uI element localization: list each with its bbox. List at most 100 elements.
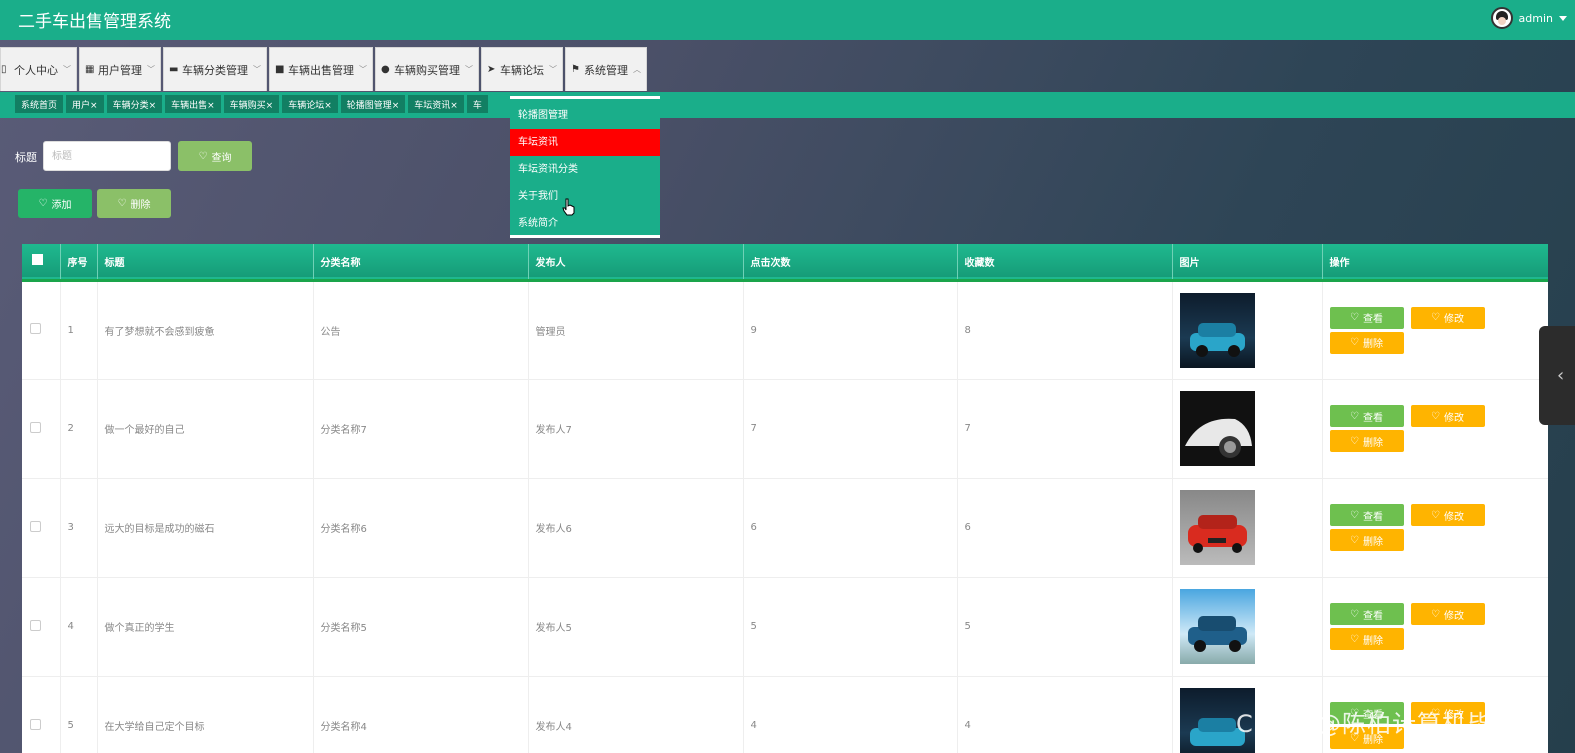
- monitor-icon: ▬: [169, 63, 179, 75]
- cell-category: 分类名称6: [313, 478, 529, 577]
- col-clicks: 点击次数: [743, 244, 958, 280]
- cell-clicks: 4: [743, 676, 958, 753]
- row-checkbox[interactable]: [30, 323, 41, 334]
- dropdown-item-news-category[interactable]: 车坛资讯分类: [510, 156, 660, 183]
- menu-system-management[interactable]: ⚑ 系统管理 ︿: [565, 47, 647, 91]
- add-button[interactable]: ♡ 添加: [18, 189, 92, 218]
- view-button[interactable]: ♡ 查看: [1329, 405, 1404, 427]
- view-button[interactable]: ♡ 查看: [1329, 504, 1404, 526]
- main-menu: ▯ 个人中心 ﹀ ▦ 用户管理 ﹀ ▬ 车辆分类管理 ﹀ ■ 车辆出售管理 ﹀ …: [0, 47, 647, 91]
- edit-button[interactable]: ♡ 修改: [1410, 306, 1485, 329]
- menu-purchase-management[interactable]: ● 车辆购买管理 ﹀: [375, 47, 479, 91]
- tab-forum[interactable]: 车辆论坛×: [282, 95, 338, 113]
- app-title: 二手车出售管理系统: [18, 12, 171, 32]
- cell-favorites: 4: [957, 676, 1173, 753]
- heart-icon: ♡: [1350, 435, 1359, 447]
- avatar[interactable]: [1490, 7, 1513, 29]
- dropdown-item-news[interactable]: 车坛资讯: [510, 129, 660, 156]
- col-favorites: 收藏数: [957, 244, 1173, 280]
- data-table: 序号 标题 分类名称 发布人 点击次数 收藏数 图片 操作 1 有了梦想就不会感…: [22, 244, 1548, 753]
- table-row: 4 做个真正的学生 分类名称5 发布人5 5 5 ♡ 查看 ♡ 修改 ♡ 删除: [22, 577, 1548, 676]
- heart-icon: ♡: [1350, 337, 1359, 348]
- delete-button[interactable]: ♡ 删除: [1329, 628, 1404, 650]
- delete-button[interactable]: ♡ 删除: [1329, 529, 1404, 551]
- cell-index: 4: [60, 577, 98, 676]
- heart-icon: ♡: [38, 198, 48, 209]
- row-checkbox[interactable]: [30, 421, 41, 433]
- cell-index: 3: [60, 478, 98, 577]
- car-image[interactable]: [1179, 589, 1255, 664]
- menu-user-management[interactable]: ▦ 用户管理 ﹀: [79, 47, 161, 91]
- chevron-down-icon: ﹀: [465, 65, 473, 74]
- row-checkbox[interactable]: [30, 718, 41, 730]
- username[interactable]: admin: [1519, 12, 1553, 25]
- tab-purchases[interactable]: 车辆购买×: [223, 95, 280, 113]
- menu-category-management[interactable]: ▬ 车辆分类管理 ﹀: [163, 47, 267, 91]
- view-label: 查看: [1362, 412, 1383, 424]
- dropdown-item-carousel[interactable]: 轮播图管理: [510, 102, 660, 129]
- row-checkbox[interactable]: [30, 520, 41, 532]
- delete-button[interactable]: ♡ 删除: [1329, 331, 1404, 354]
- edit-button[interactable]: ♡ 修改: [1410, 504, 1485, 526]
- car-image[interactable]: [1179, 490, 1255, 565]
- menu-sale-management[interactable]: ■ 车辆出售管理 ﹀: [269, 47, 373, 91]
- heart-icon: ♡: [1350, 312, 1359, 323]
- cell-title: 做个真正的学生: [97, 577, 314, 676]
- heart-icon: ♡: [1350, 608, 1359, 620]
- menu-label: 车辆出售管理: [288, 63, 354, 77]
- tab-categories[interactable]: 车辆分类×: [106, 95, 163, 113]
- chevron-up-icon: ︿: [633, 65, 641, 74]
- cell-category: 分类名称4: [313, 676, 529, 753]
- chevron-left-icon: ‹: [1557, 365, 1565, 386]
- cell-title: 有了梦想就不会感到疲惫: [97, 280, 314, 379]
- chevron-down-icon: ﹀: [253, 65, 261, 74]
- menu-forum[interactable]: ➤ 车辆论坛 ﹀: [481, 47, 563, 91]
- batch-delete-button[interactable]: ♡ 删除: [97, 189, 171, 218]
- heart-icon: ♡: [1431, 509, 1440, 521]
- col-actions: 操作: [1322, 244, 1548, 280]
- menu-label: 车辆购买管理: [394, 63, 460, 77]
- cell-publisher: 发布人6: [528, 478, 744, 577]
- side-panel-toggle[interactable]: ‹: [1539, 326, 1575, 425]
- dropdown-item-about-us[interactable]: 关于我们: [510, 183, 660, 210]
- cell-category: 分类名称7: [313, 379, 529, 478]
- delete-button[interactable]: ♡ 删除: [1329, 430, 1404, 452]
- search-input[interactable]: [43, 141, 171, 171]
- cell-favorites: 6: [957, 478, 1173, 577]
- delete-label: 删除: [130, 200, 151, 211]
- watermark: CSDN @陈柏计算机毕设: [1236, 710, 1518, 738]
- tab-carousel[interactable]: 轮播图管理×: [340, 95, 406, 113]
- chevron-down-icon: ﹀: [549, 65, 557, 74]
- edit-button[interactable]: ♡ 修改: [1410, 603, 1485, 625]
- cell-favorites: 7: [957, 379, 1173, 478]
- edit-label: 修改: [1443, 412, 1464, 424]
- heart-icon: ♡: [117, 198, 127, 209]
- car-image[interactable]: [1179, 391, 1255, 466]
- system-management-dropdown: 轮播图管理 车坛资讯 车坛资讯分类 关于我们 系统简介: [510, 96, 660, 238]
- view-button[interactable]: ♡ 查看: [1329, 306, 1404, 329]
- user-menu[interactable]: admin: [1490, 7, 1567, 29]
- menu-personal-center[interactable]: ▯ 个人中心 ﹀: [0, 47, 77, 91]
- car-image[interactable]: [1179, 292, 1255, 368]
- tab-home[interactable]: 系统首页: [15, 95, 64, 113]
- tab-truncated[interactable]: 车: [466, 95, 488, 113]
- view-label: 查看: [1362, 511, 1383, 523]
- row-checkbox[interactable]: [30, 619, 41, 631]
- tab-users[interactable]: 用户×: [66, 95, 104, 113]
- caret-down-icon[interactable]: [1559, 15, 1567, 21]
- top-header: 二手车出售管理系统 admin: [0, 0, 1575, 40]
- tab-sales[interactable]: 车辆出售×: [165, 95, 221, 113]
- view-button[interactable]: ♡ 查看: [1329, 603, 1404, 625]
- edit-label: 修改: [1443, 610, 1464, 622]
- select-all-checkbox[interactable]: [32, 254, 43, 266]
- cell-publisher: 发布人5: [528, 577, 744, 676]
- table-row: 2 做一个最好的自己 分类名称7 发布人7 7 7 ♡ 查看 ♡ 修改 ♡ 删除: [22, 379, 1548, 478]
- tab-news[interactable]: 车坛资讯×: [408, 95, 464, 113]
- query-button[interactable]: ♡ 查询: [178, 141, 252, 171]
- view-label: 查看: [1362, 610, 1383, 622]
- chevron-down-icon: ﹀: [359, 65, 367, 74]
- edit-button[interactable]: ♡ 修改: [1410, 405, 1485, 427]
- dropdown-item-system-intro[interactable]: 系统简介: [510, 210, 660, 237]
- cell-category: 公告: [313, 280, 529, 379]
- menu-label: 车辆分类管理: [182, 63, 248, 77]
